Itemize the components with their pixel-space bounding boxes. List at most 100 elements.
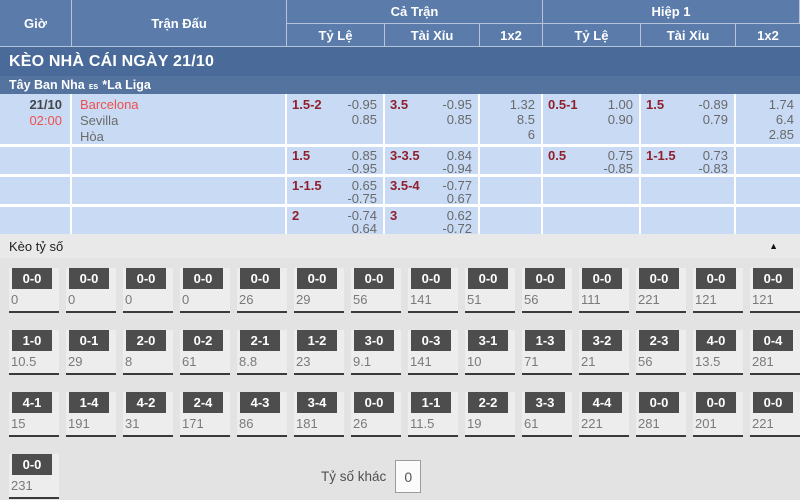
score-cell[interactable]: 3-09.1 (351, 330, 401, 375)
full-handicap-odds[interactable]: 1.5-2 -0.950.85 (287, 94, 383, 144)
full-overunder-odds[interactable]: 3.5 -0.950.85 (385, 94, 478, 144)
score-cell[interactable]: 0-00 (9, 268, 59, 313)
score-row: 1-010.50-1292-080-2612-18.81-2233-09.10-… (9, 330, 800, 375)
score-badge: 2-4 (183, 392, 223, 413)
score-cell[interactable]: 3-110 (465, 330, 515, 375)
score-cell[interactable]: 0-4281 (750, 330, 800, 375)
odds-value[interactable]: 1.00 (608, 97, 633, 112)
score-cell[interactable]: 0-0141 (408, 268, 458, 313)
score-cell[interactable]: 4-4221 (579, 392, 629, 437)
score-badge: 0-0 (753, 268, 793, 289)
odds-value[interactable]: 1.32 (510, 97, 535, 112)
score-cell[interactable]: 2-4171 (180, 392, 230, 437)
score-cell[interactable]: 0-0281 (636, 392, 686, 437)
score-cell[interactable]: 0-00 (123, 268, 173, 313)
score-odds: 8 (123, 351, 173, 373)
odds-value[interactable]: -0.85 (603, 162, 633, 175)
odds-value[interactable]: -0.95 (347, 97, 377, 112)
odds-value[interactable]: 2.85 (769, 127, 794, 142)
home-team[interactable]: Barcelona (80, 97, 285, 113)
away-team[interactable]: Sevilla (80, 113, 285, 129)
h1-1x2-odds[interactable]: 1.74 6.4 2.85 (736, 94, 800, 144)
odds-value[interactable]: 0.79 (703, 112, 728, 127)
score-cell[interactable]: 0-00 (66, 268, 116, 313)
h1-handicap-odds[interactable]: 0.5-1 1.000.90 (543, 94, 639, 144)
score-cell[interactable]: 0-0201 (693, 392, 743, 437)
odds-value[interactable]: 0.85 (447, 112, 472, 127)
score-cell[interactable]: 3-361 (522, 392, 572, 437)
full-overunder-odds[interactable]: 3-3.5 0.84-0.94 (385, 147, 478, 174)
score-row: 0-000-000-000-000-0260-0290-0560-01410-0… (9, 268, 800, 313)
odds-value[interactable]: -0.89 (698, 97, 728, 112)
score-badge: 0-0 (696, 392, 736, 413)
correct-score-header[interactable]: Kèo tỷ số ▲ (0, 234, 800, 258)
score-badge: 4-3 (240, 392, 280, 413)
score-cell[interactable]: 0-0111 (579, 268, 629, 313)
full-handicap-odds[interactable]: 1-1.5 0.65-0.75 (287, 177, 383, 204)
score-cell[interactable]: 0-261 (180, 330, 230, 375)
full-overunder-odds[interactable]: 3 0.62-0.72 (385, 207, 478, 234)
score-cell[interactable]: 1-010.5 (9, 330, 59, 375)
score-cell[interactable]: 2-18.8 (237, 330, 287, 375)
odds-value[interactable]: 0.67 (447, 192, 472, 205)
score-grid: 0-000-000-000-000-0260-0290-0560-01410-0… (0, 258, 800, 500)
full-handicap-odds[interactable]: 2 -0.740.64 (287, 207, 383, 234)
score-cell[interactable]: 1-223 (294, 330, 344, 375)
score-cell[interactable]: 1-4191 (66, 392, 116, 437)
score-cell[interactable]: 0-0221 (636, 268, 686, 313)
odds-value[interactable]: -0.72 (442, 222, 472, 235)
score-badge: 2-2 (468, 392, 508, 413)
h1-overunder-odds[interactable]: 1-1.5 0.73-0.83 (641, 147, 734, 174)
odds-value[interactable]: -0.75 (347, 192, 377, 205)
score-cell[interactable]: 0-026 (237, 268, 287, 313)
score-badge: 0-2 (183, 330, 223, 351)
score-cell[interactable]: 2-356 (636, 330, 686, 375)
other-score-input[interactable]: 0 (395, 460, 421, 493)
score-cell[interactable]: 0-0221 (750, 392, 800, 437)
h1-handicap-odds[interactable]: 0.5 0.75-0.85 (543, 147, 639, 174)
league-bar[interactable]: Tây Ban Nha ᴇs *La Liga (0, 76, 800, 94)
score-cell[interactable]: 0-0231 (9, 454, 59, 499)
score-cell[interactable]: 4-013.5 (693, 330, 743, 375)
score-cell[interactable]: 0-056 (351, 268, 401, 313)
odds-value[interactable]: 0.90 (608, 112, 633, 127)
score-cell[interactable]: 0-051 (465, 268, 515, 313)
odds-value[interactable]: -0.95 (347, 162, 377, 175)
score-cell[interactable]: 3-221 (579, 330, 629, 375)
odds-value[interactable]: -0.94 (442, 162, 472, 175)
score-cell[interactable]: 0-129 (66, 330, 116, 375)
score-cell[interactable]: 2-219 (465, 392, 515, 437)
score-cell[interactable]: 4-231 (123, 392, 173, 437)
h1-overunder-odds[interactable]: 1.5 -0.890.79 (641, 94, 734, 144)
odds-value[interactable]: -0.83 (698, 162, 728, 175)
score-cell[interactable]: 4-115 (9, 392, 59, 437)
full-overunder-odds[interactable]: 3.5-4 -0.770.67 (385, 177, 478, 204)
odds-value[interactable]: 6 (528, 127, 535, 142)
odds-value[interactable]: 1.74 (769, 97, 794, 112)
full-handicap-odds[interactable]: 1.5 0.85-0.95 (287, 147, 383, 174)
score-cell[interactable]: 0-0121 (693, 268, 743, 313)
empty-cell (543, 177, 639, 204)
score-cell[interactable]: 1-371 (522, 330, 572, 375)
score-cell[interactable]: 0-0121 (750, 268, 800, 313)
score-cell[interactable]: 2-08 (123, 330, 173, 375)
score-badge: 0-0 (696, 268, 736, 289)
score-cell[interactable]: 0-056 (522, 268, 572, 313)
empty-cell (480, 147, 541, 174)
collapse-arrow-icon[interactable]: ▲ (769, 241, 778, 251)
score-badge: 0-1 (69, 330, 109, 351)
score-cell[interactable]: 0-026 (351, 392, 401, 437)
score-cell[interactable]: 4-386 (237, 392, 287, 437)
odds-value[interactable]: 6.4 (776, 112, 794, 127)
odds-value[interactable]: -0.95 (442, 97, 472, 112)
score-cell[interactable]: 0-00 (180, 268, 230, 313)
score-cell[interactable]: 0-029 (294, 268, 344, 313)
odds-value[interactable]: 0.85 (352, 112, 377, 127)
score-cell[interactable]: 1-111.5 (408, 392, 458, 437)
full-1x2-odds[interactable]: 1.32 8.5 6 (480, 94, 541, 144)
score-cell[interactable]: 0-3141 (408, 330, 458, 375)
score-odds: 0 (66, 289, 116, 311)
odds-value[interactable]: 0.64 (352, 222, 377, 235)
odds-value[interactable]: 8.5 (517, 112, 535, 127)
score-cell[interactable]: 3-4181 (294, 392, 344, 437)
